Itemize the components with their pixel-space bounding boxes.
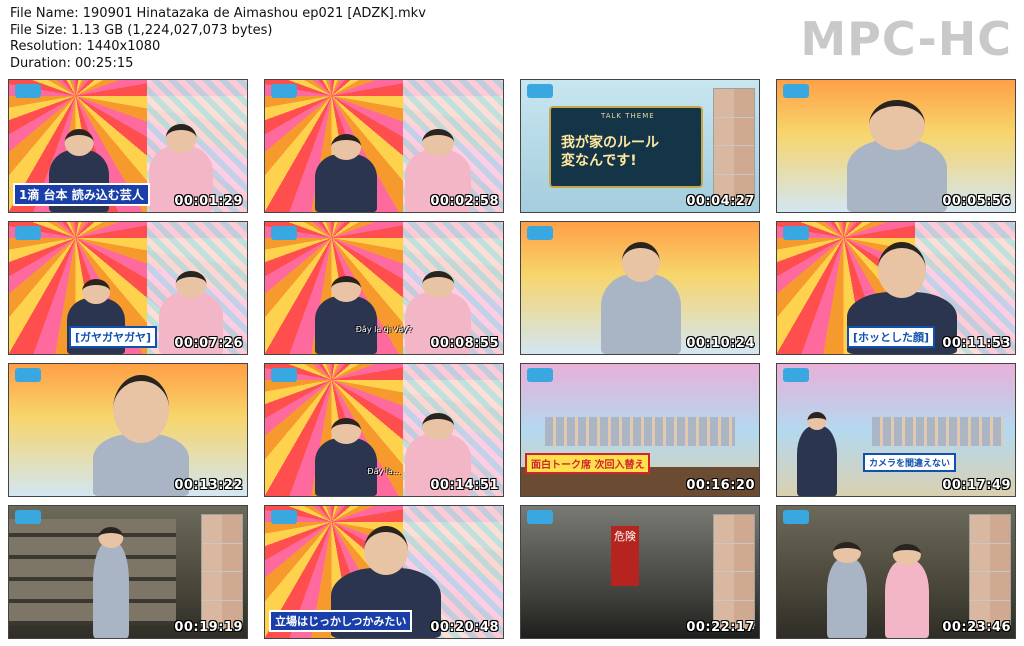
show-logo-icon xyxy=(527,226,553,240)
subtitle: Đây là... xyxy=(367,467,401,476)
talk-theme-panel: TALK THEME 我が家のルール 変なんです! xyxy=(549,106,703,188)
file-info: File Name: 190901 Hinatazaka de Aimashou… xyxy=(10,6,630,76)
host-figure xyxy=(315,134,377,212)
thumbnail-grid: 1滴 台本 読み込む芸人 00:01:29 00:02:58 TALK THEM… xyxy=(8,79,1016,643)
telop: 面白トーク席 次回入替え xyxy=(525,453,651,474)
timestamp: 00:17:49 xyxy=(942,478,1011,493)
show-logo-icon xyxy=(271,226,297,240)
member-faces xyxy=(201,514,243,629)
timestamp: 00:11:53 xyxy=(942,336,1011,351)
timestamp: 00:08:55 xyxy=(430,336,499,351)
duration: Duration: 00:25:15 xyxy=(10,55,134,71)
thumbnail[interactable]: 1滴 台本 読み込む芸人 00:01:29 xyxy=(8,79,248,213)
timestamp: 00:23:46 xyxy=(942,620,1011,635)
member-faces xyxy=(713,88,755,203)
show-logo-icon xyxy=(783,368,809,382)
member-figure xyxy=(93,526,129,638)
show-logo-icon xyxy=(783,226,809,240)
show-logo-icon xyxy=(271,368,297,382)
show-logo-icon xyxy=(15,368,41,382)
show-logo-icon xyxy=(527,84,553,98)
timestamp: 00:07:26 xyxy=(174,336,243,351)
timestamp: 00:10:24 xyxy=(686,336,755,351)
member-faces xyxy=(969,514,1011,629)
show-logo-icon xyxy=(15,226,41,240)
timestamp: 00:05:56 xyxy=(942,194,1011,209)
timestamp: 00:16:20 xyxy=(686,478,755,493)
thumbnail[interactable]: 00:23:46 xyxy=(776,505,1016,639)
timestamp: 00:02:58 xyxy=(430,194,499,209)
thumbnail[interactable]: 00:19:19 xyxy=(8,505,248,639)
show-logo-icon xyxy=(783,84,809,98)
host-figure xyxy=(885,544,929,638)
show-logo-icon xyxy=(271,510,297,524)
telop: 1滴 台本 読み込む芸人 xyxy=(13,183,150,206)
thumbnail[interactable]: 危険 00:22:17 xyxy=(520,505,760,639)
timestamp: 00:22:17 xyxy=(686,620,755,635)
telop: カメラを間違えない xyxy=(863,453,957,472)
thumbnail[interactable]: 00:05:56 xyxy=(776,79,1016,213)
show-logo-icon xyxy=(527,368,553,382)
thumbnail-sheet: File Name: 190901 Hinatazaka de Aimashou… xyxy=(0,0,1024,646)
telop: 立場はじっかしつかみたい xyxy=(269,610,413,632)
member-figure xyxy=(847,99,947,212)
show-logo-icon xyxy=(15,510,41,524)
thumbnail[interactable]: 00:13:22 xyxy=(8,363,248,497)
thumbnail[interactable]: 立場はじっかしつかみたい 00:20:48 xyxy=(264,505,504,639)
timestamp: 00:19:19 xyxy=(174,620,243,635)
thumbnail[interactable]: [ガヤガヤガヤ] 00:07:26 xyxy=(8,221,248,355)
show-logo-icon xyxy=(15,84,41,98)
members-group xyxy=(872,416,1004,446)
thumbnail[interactable]: [ホッとした顔] 00:11:53 xyxy=(776,221,1016,355)
thumbnail[interactable]: 00:02:58 xyxy=(264,79,504,213)
show-logo-icon xyxy=(783,510,809,524)
mpc-hc-logo: MPC-HC xyxy=(800,12,1012,66)
members-group xyxy=(544,416,736,446)
thumbnail[interactable]: カメラを間違えない 00:17:49 xyxy=(776,363,1016,497)
panel-label: TALK THEME xyxy=(601,112,655,120)
telop: [ホッとした顔] xyxy=(847,326,936,348)
danger-sign: 危険 xyxy=(611,526,639,586)
thumbnail[interactable]: 面白トーク席 次回入替え 00:16:20 xyxy=(520,363,760,497)
member-faces xyxy=(713,514,755,629)
panel-line-1: 我が家のルール xyxy=(561,135,659,151)
thumbnail[interactable]: TALK THEME 我が家のルール 変なんです! 00:04:27 xyxy=(520,79,760,213)
resolution: Resolution: 1440x1080 xyxy=(10,39,161,54)
telop: [ガヤガヤガヤ] xyxy=(69,326,158,348)
show-logo-icon xyxy=(271,84,297,98)
thumbnail[interactable]: Đây là... 00:14:51 xyxy=(264,363,504,497)
timestamp: 00:20:48 xyxy=(430,620,499,635)
thumbnail[interactable]: 00:10:24 xyxy=(520,221,760,355)
member-figure xyxy=(601,242,681,354)
timestamp: 00:14:51 xyxy=(430,478,499,493)
file-size: File Size: 1.13 GB (1,224,027,073 bytes) xyxy=(10,22,273,38)
timestamp: 00:01:29 xyxy=(174,194,243,209)
timestamp: 00:13:22 xyxy=(174,478,243,493)
thumbnail[interactable]: Đây là gì vậy? 00:08:55 xyxy=(264,221,504,355)
panel-line-2: 変なんです! xyxy=(561,153,637,169)
panel-text: 我が家のルール 変なんです! xyxy=(561,134,659,170)
subtitle: Đây là gì vậy? xyxy=(355,325,413,334)
show-logo-icon xyxy=(527,510,553,524)
member-figure xyxy=(827,542,867,638)
timestamp: 00:04:27 xyxy=(686,194,755,209)
host-figure xyxy=(797,412,837,496)
file-name: File Name: 190901 Hinatazaka de Aimashou… xyxy=(10,6,426,21)
